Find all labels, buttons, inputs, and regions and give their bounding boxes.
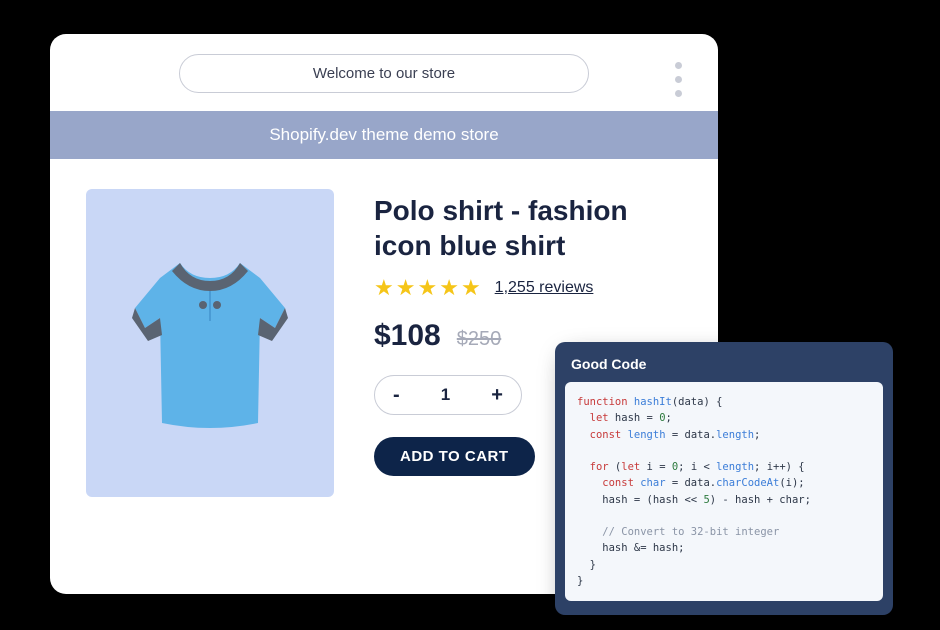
product-image bbox=[86, 189, 334, 497]
star-icon: ★ bbox=[374, 275, 394, 301]
add-to-cart-button[interactable]: ADD TO CART bbox=[374, 437, 535, 476]
star-rating: ★ ★ ★ ★ ★ bbox=[374, 275, 481, 301]
polo-shirt-icon bbox=[120, 243, 300, 443]
rating-row: ★ ★ ★ ★ ★ 1,255 reviews bbox=[374, 275, 682, 301]
quantity-decrease-button[interactable]: - bbox=[393, 384, 400, 407]
quantity-stepper[interactable]: - 1 + bbox=[374, 375, 522, 415]
star-icon: ★ bbox=[439, 275, 459, 301]
star-icon: ★ bbox=[417, 275, 437, 301]
code-block: function hashIt(data) { let hash = 0; co… bbox=[565, 382, 883, 601]
quantity-value: 1 bbox=[441, 385, 450, 405]
code-panel-title: Good Code bbox=[565, 352, 883, 382]
compare-at-price: $250 bbox=[457, 328, 502, 351]
header-area: Welcome to our store bbox=[50, 34, 718, 111]
quantity-increase-button[interactable]: + bbox=[491, 384, 503, 407]
kebab-menu-icon[interactable] bbox=[675, 62, 682, 97]
star-icon: ★ bbox=[461, 275, 481, 301]
product-title: Polo shirt - fashion icon blue shirt bbox=[374, 193, 682, 263]
star-icon: ★ bbox=[396, 275, 416, 301]
welcome-message: Welcome to our store bbox=[179, 54, 589, 93]
store-banner: Shopify.dev theme demo store bbox=[50, 111, 718, 159]
product-price: $108 bbox=[374, 319, 441, 353]
code-panel: Good Code function hashIt(data) { let ha… bbox=[555, 342, 893, 615]
reviews-link[interactable]: 1,255 reviews bbox=[495, 279, 594, 297]
